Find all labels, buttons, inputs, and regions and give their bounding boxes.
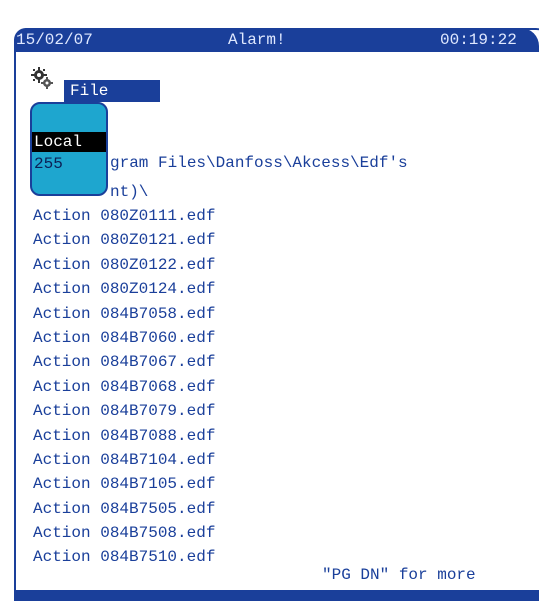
file-item[interactable]: Action 084B7104.edf — [33, 448, 215, 472]
status-time: 00:19:22 — [440, 31, 517, 49]
bottom-bar — [14, 590, 539, 601]
dropdown-item-255[interactable]: 255 — [32, 154, 106, 174]
path-text-continued: nt)\ — [110, 183, 149, 201]
file-list: Action 080Z0111.edf Action 080Z0121.edf … — [33, 204, 215, 570]
status-date: 15/02/07 — [16, 31, 93, 49]
file-item[interactable]: Action 084B7510.edf — [33, 545, 215, 569]
file-item[interactable]: Action 080Z0122.edf — [33, 253, 215, 277]
status-bar: 15/02/07 Alarm! 00:19:22 — [14, 28, 539, 52]
file-item[interactable]: Action 084B7060.edf — [33, 326, 215, 350]
file-item[interactable]: Action 084B7058.edf — [33, 302, 215, 326]
file-dropdown: Local 255 — [30, 102, 108, 196]
dropdown-item-local[interactable]: Local — [32, 132, 106, 152]
status-title: Alarm! — [228, 31, 286, 49]
file-item[interactable]: Action 084B7088.edf — [33, 424, 215, 448]
path-text: gram Files\Danfoss\Akcess\Edf's — [110, 154, 408, 172]
file-menu-label: File — [70, 82, 109, 100]
page-down-hint: "PG DN" for more — [322, 566, 476, 584]
file-item[interactable]: Action 084B7068.edf — [33, 375, 215, 399]
file-item[interactable]: Action 084B7079.edf — [33, 399, 215, 423]
file-item[interactable]: Action 084B7105.edf — [33, 472, 215, 496]
file-menu[interactable]: File — [64, 80, 160, 102]
file-item[interactable]: Action 084B7505.edf — [33, 497, 215, 521]
file-item[interactable]: Action 084B7067.edf — [33, 350, 215, 374]
file-item[interactable]: Action 080Z0124.edf — [33, 277, 215, 301]
file-item[interactable]: Action 084B7508.edf — [33, 521, 215, 545]
gear-icon[interactable] — [30, 66, 54, 90]
file-item[interactable]: Action 080Z0121.edf — [33, 228, 215, 252]
file-item[interactable]: Action 080Z0111.edf — [33, 204, 215, 228]
